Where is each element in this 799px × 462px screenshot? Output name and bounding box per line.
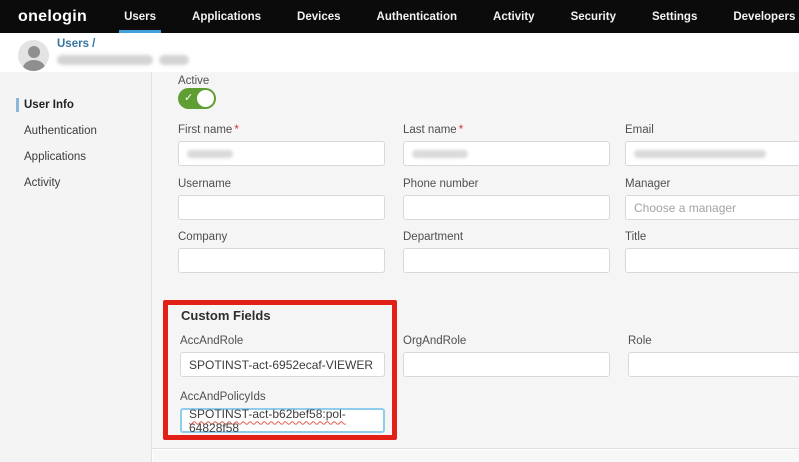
redacted-text bbox=[634, 150, 766, 158]
company-input[interactable] bbox=[178, 248, 385, 273]
user-info-form: Active ✓ First name* Last name* Email Us… bbox=[152, 72, 799, 449]
nav-item-users[interactable]: Users bbox=[119, 0, 161, 33]
redacted-text bbox=[187, 150, 233, 158]
org-and-role-input[interactable] bbox=[403, 352, 610, 377]
department-field: Department bbox=[403, 230, 610, 273]
nav-item-authentication[interactable]: Authentication bbox=[372, 0, 463, 33]
nav-item-developers[interactable]: Developers bbox=[728, 0, 799, 33]
acc-and-role-input[interactable]: SPOTINST-act-6952ecaf-VIEWER bbox=[180, 352, 385, 377]
nav-item-devices[interactable]: Devices bbox=[292, 0, 345, 33]
nav-item-security[interactable]: Security bbox=[566, 0, 621, 33]
title-label: Title bbox=[625, 230, 799, 244]
acc-and-policy-ids-input[interactable]: SPOTINST-act-b62bef58:pol-64828f58 bbox=[180, 408, 385, 433]
active-label: Active bbox=[178, 75, 209, 87]
role-input[interactable] bbox=[628, 352, 799, 377]
sidebar-item-applications[interactable]: Applications bbox=[0, 144, 151, 170]
username-input[interactable] bbox=[178, 195, 385, 220]
email-label: Email bbox=[625, 123, 799, 137]
title-input[interactable] bbox=[625, 248, 799, 273]
custom-fields-heading: Custom Fields bbox=[181, 308, 271, 323]
redacted-text bbox=[159, 55, 189, 65]
title-field: Title bbox=[625, 230, 799, 273]
email-input[interactable] bbox=[625, 141, 799, 166]
phone-number-input[interactable] bbox=[403, 195, 610, 220]
onelogin-logo: onelogin bbox=[18, 8, 87, 26]
manager-label: Manager bbox=[625, 177, 799, 191]
top-nav: onelogin Users Applications Devices Auth… bbox=[0, 0, 799, 33]
acc-and-role-value: SPOTINST-act-6952ecaf-VIEWER bbox=[189, 358, 373, 372]
acc-and-policy-ids-value: SPOTINST-act-b62bef58:pol-64828f58 bbox=[189, 407, 376, 435]
nav-item-activity[interactable]: Activity bbox=[488, 0, 540, 33]
last-name-field: Last name* bbox=[403, 123, 610, 166]
required-marker: * bbox=[459, 124, 463, 136]
sidebar-item-user-info[interactable]: User Info bbox=[0, 92, 151, 118]
nav-item-settings[interactable]: Settings bbox=[647, 0, 702, 33]
acc-and-role-field: AccAndRole SPOTINST-act-6952ecaf-VIEWER bbox=[180, 334, 385, 377]
check-icon: ✓ bbox=[184, 91, 193, 105]
page-bottom-strip bbox=[153, 450, 799, 462]
phone-number-label: Phone number bbox=[403, 177, 610, 191]
sidebar-item-activity[interactable]: Activity bbox=[0, 170, 151, 196]
email-field: Email bbox=[625, 123, 799, 166]
user-avatar-icon bbox=[18, 40, 49, 71]
redacted-text bbox=[57, 55, 153, 65]
acc-and-role-label: AccAndRole bbox=[180, 334, 385, 348]
required-marker: * bbox=[234, 124, 238, 136]
acc-and-policy-ids-label: AccAndPolicyIds bbox=[180, 390, 385, 404]
redacted-text bbox=[412, 150, 468, 158]
phone-number-field: Phone number bbox=[403, 177, 610, 220]
last-name-input[interactable] bbox=[403, 141, 610, 166]
company-label: Company bbox=[178, 230, 385, 244]
last-name-label: Last name bbox=[403, 124, 457, 136]
manager-input[interactable] bbox=[625, 195, 799, 220]
role-field: Role bbox=[628, 334, 799, 377]
page-header: Users / bbox=[0, 33, 799, 72]
role-label: Role bbox=[628, 334, 799, 348]
sidebar: User Info Authentication Applications Ac… bbox=[0, 72, 152, 462]
manager-field: Manager bbox=[625, 177, 799, 220]
first-name-label: First name bbox=[178, 124, 232, 136]
department-label: Department bbox=[403, 230, 610, 244]
active-toggle[interactable]: ✓ bbox=[178, 88, 216, 109]
nav-menu: Users Applications Devices Authenticatio… bbox=[119, 0, 799, 33]
first-name-input[interactable] bbox=[178, 141, 385, 166]
org-and-role-field: OrgAndRole bbox=[403, 334, 610, 377]
sidebar-item-authentication[interactable]: Authentication bbox=[0, 118, 151, 144]
company-field: Company bbox=[178, 230, 385, 273]
department-input[interactable] bbox=[403, 248, 610, 273]
org-and-role-label: OrgAndRole bbox=[403, 334, 610, 348]
acc-and-policy-ids-field: AccAndPolicyIds SPOTINST-act-b62bef58:po… bbox=[180, 390, 385, 433]
nav-item-applications[interactable]: Applications bbox=[187, 0, 266, 33]
first-name-field: First name* bbox=[178, 123, 385, 166]
breadcrumb-users-link[interactable]: Users / bbox=[57, 38, 95, 50]
breadcrumb-username-redacted bbox=[57, 55, 189, 65]
username-field: Username bbox=[178, 177, 385, 220]
toggle-knob bbox=[197, 90, 214, 107]
username-label: Username bbox=[178, 177, 385, 191]
